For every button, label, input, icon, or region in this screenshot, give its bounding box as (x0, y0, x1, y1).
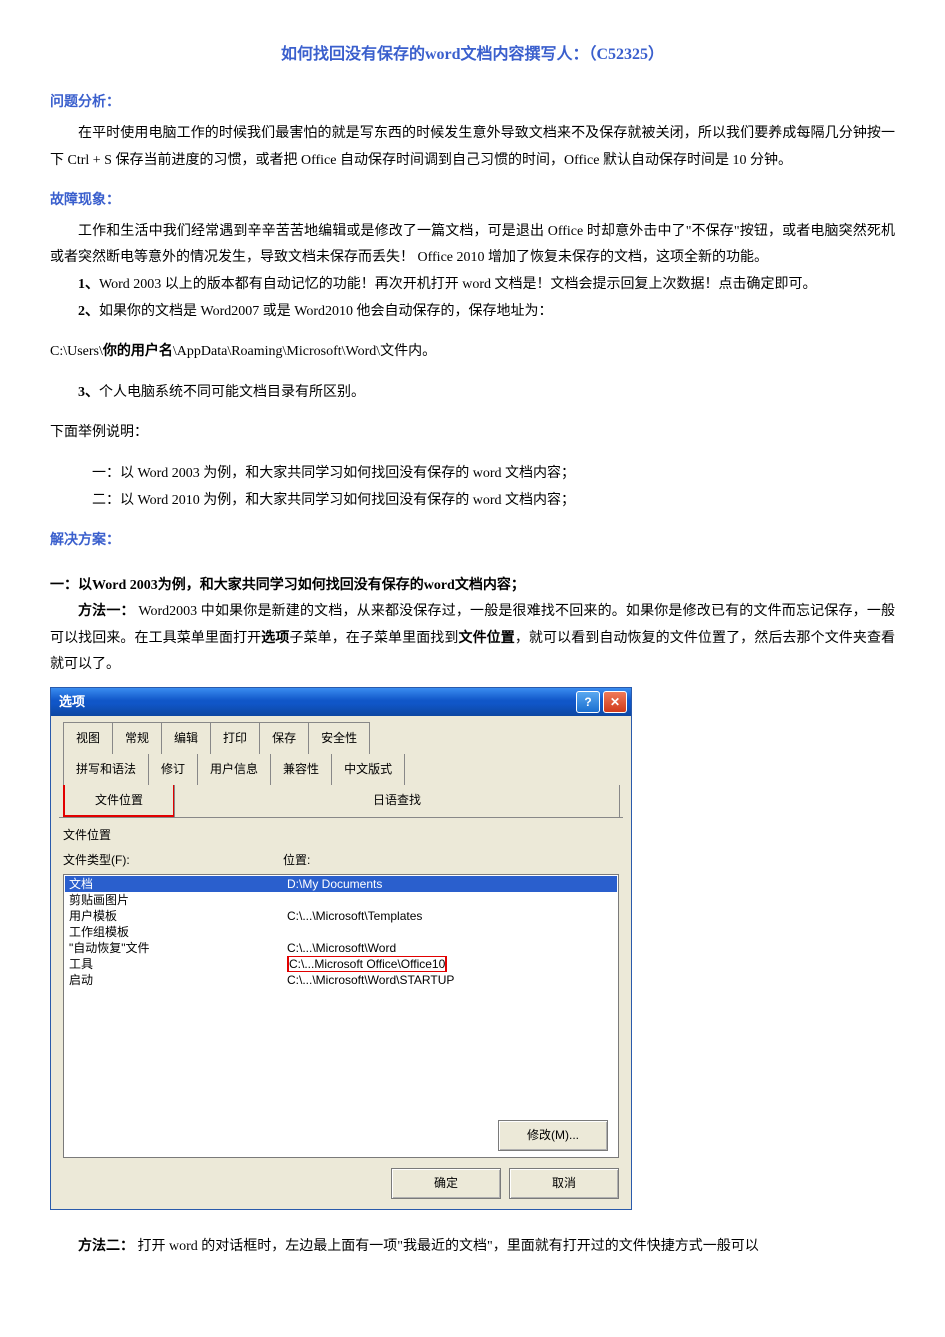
tab-edit[interactable]: 编辑 (161, 722, 211, 754)
list-item[interactable]: 文档D:\My Documents (65, 876, 617, 892)
panel-label: 文件位置 (63, 824, 619, 847)
p1-text: Word 2003 以上的版本都有自动记忆的功能！再次开机打开 word 文档是… (99, 277, 817, 292)
tab-row-1: 视图 常规 编辑 打印 保存 安全性 (59, 722, 623, 754)
symptom-point-1: 1、Word 2003 以上的版本都有自动记忆的功能！再次开机打开 word 文… (50, 272, 895, 299)
dialog-titlebar: 选项 ? ✕ (51, 688, 631, 716)
tab-general[interactable]: 常规 (112, 722, 162, 754)
symptom-intro: 工作和生活中我们经常遇到辛辛苦苦地编辑或是修改了一篇文档，可是退出 Office… (50, 219, 895, 272)
tab-chinese[interactable]: 中文版式 (331, 754, 405, 785)
m1-opt: 选项 (261, 631, 289, 646)
ok-button[interactable]: 确定 (391, 1168, 501, 1199)
dialog-footer-buttons: 确定 取消 (63, 1168, 619, 1199)
tab-row-3: 文件位置 日语查找 (59, 785, 623, 818)
dialog-body: 视图 常规 编辑 打印 保存 安全性 拼写和语法 修订 用户信息 兼容性 中文版… (51, 716, 631, 1209)
m2-text: 打开 word 的对话框时，左边最上面有一项"我最近的文档"，里面就有打开过的文… (134, 1239, 759, 1254)
col-location: 位置: (283, 849, 619, 872)
section-solution-heading: 解决方案： (50, 528, 895, 555)
m2-lead: 方法二： (78, 1239, 134, 1254)
document-title: 如何找回没有保存的word文档内容撰写人：（C52325） (50, 40, 895, 70)
tab-file-location[interactable]: 文件位置 (63, 785, 175, 818)
solution-sub1-heading: 一：以Word 2003为例，和大家共同学习如何找回没有保存的word文档内容； (50, 573, 895, 600)
tab-userinfo[interactable]: 用户信息 (197, 754, 271, 785)
example-1: 一：以 Word 2003 为例，和大家共同学习如何找回没有保存的 word 文… (50, 461, 895, 488)
p3-lead: 3、 (78, 385, 99, 400)
list-item[interactable]: 工作组模板 (65, 924, 617, 940)
p2b-bold: 你的用户名 (103, 344, 173, 359)
symptom-point-2a: 2、如果你的文档是 Word2007 或是 Word2010 他会自动保存的，保… (50, 299, 895, 326)
m1-lead: 方法一： (78, 604, 135, 619)
help-icon[interactable]: ? (576, 691, 600, 713)
section-symptom-heading: 故障现象： (50, 188, 895, 215)
p2a-text: 如果你的文档是 Word2007 或是 Word2010 他会自动保存的，保存地… (99, 304, 553, 319)
titlebar-buttons: ? ✕ (576, 691, 627, 713)
symptom-point-2b: C:\Users\你的用户名\AppData\Roaming\Microsoft… (50, 339, 895, 366)
column-headers: 文件类型(F): 位置: (63, 849, 619, 872)
tab-compat[interactable]: 兼容性 (270, 754, 332, 785)
list-item[interactable]: 用户模板C:\...\Microsoft\Templates (65, 908, 617, 924)
file-location-list[interactable]: 文档D:\My Documents 剪贴画图片 用户模板C:\...\Micro… (63, 874, 619, 1158)
col-filetype: 文件类型(F): (63, 849, 283, 872)
m1-fileloc: 文件位置 (458, 631, 514, 646)
tab-row-2: 拼写和语法 修订 用户信息 兼容性 中文版式 (59, 754, 623, 785)
symptom-point-3: 3、个人电脑系统不同可能文档目录有所区别。 (50, 380, 895, 407)
options-dialog: 选项 ? ✕ 视图 常规 编辑 打印 保存 安全性 拼写和语法 修订 用户信息 … (50, 687, 632, 1210)
dialog-title: 选项 (59, 690, 85, 715)
p2-lead: 2、 (78, 304, 99, 319)
p3-text: 个人电脑系统不同可能文档目录有所区别。 (99, 385, 365, 400)
list-item[interactable]: 工具C:\...Microsoft Office\Office10 (65, 956, 617, 972)
m1-b: 子菜单，在子菜单里面找到 (289, 631, 458, 646)
p2b-pre: C:\Users\ (50, 344, 103, 359)
tabs-container: 视图 常规 编辑 打印 保存 安全性 拼写和语法 修订 用户信息 兼容性 中文版… (59, 722, 623, 818)
examples-intro: 下面举例说明： (50, 420, 895, 447)
list-item[interactable]: "自动恢复"文件C:\...\Microsoft\Word (65, 940, 617, 956)
method-1: 方法一： Word2003 中如果你是新建的文档，从来都没保存过，一般是很难找不… (50, 599, 895, 679)
close-icon[interactable]: ✕ (603, 691, 627, 713)
p1-lead: 1、 (78, 277, 99, 292)
tab-spelling[interactable]: 拼写和语法 (63, 754, 149, 785)
method-2: 方法二： 打开 word 的对话框时，左边最上面有一项"我最近的文档"，里面就有… (50, 1234, 895, 1261)
tab-revision[interactable]: 修订 (148, 754, 198, 785)
section-analysis-heading: 问题分析： (50, 90, 895, 117)
tab-japanese-search[interactable]: 日语查找 (174, 785, 620, 818)
analysis-text: 在平时使用电脑工作的时候我们最害怕的就是写东西的时候发生意外导致文档来不及保存就… (50, 121, 895, 174)
tab-view[interactable]: 视图 (63, 722, 113, 754)
p2b-post: \AppData\Roaming\Microsoft\Word\文件内。 (173, 344, 436, 359)
modify-button[interactable]: 修改(M)... (498, 1120, 608, 1151)
cancel-button[interactable]: 取消 (509, 1168, 619, 1199)
tab-save[interactable]: 保存 (259, 722, 309, 754)
tab-security[interactable]: 安全性 (308, 722, 370, 754)
list-item[interactable]: 启动C:\...\Microsoft\Word\STARTUP (65, 972, 617, 988)
list-item[interactable]: 剪贴画图片 (65, 892, 617, 908)
example-2: 二：以 Word 2010 为例，和大家共同学习如何找回没有保存的 word 文… (50, 488, 895, 515)
tab-print[interactable]: 打印 (210, 722, 260, 754)
